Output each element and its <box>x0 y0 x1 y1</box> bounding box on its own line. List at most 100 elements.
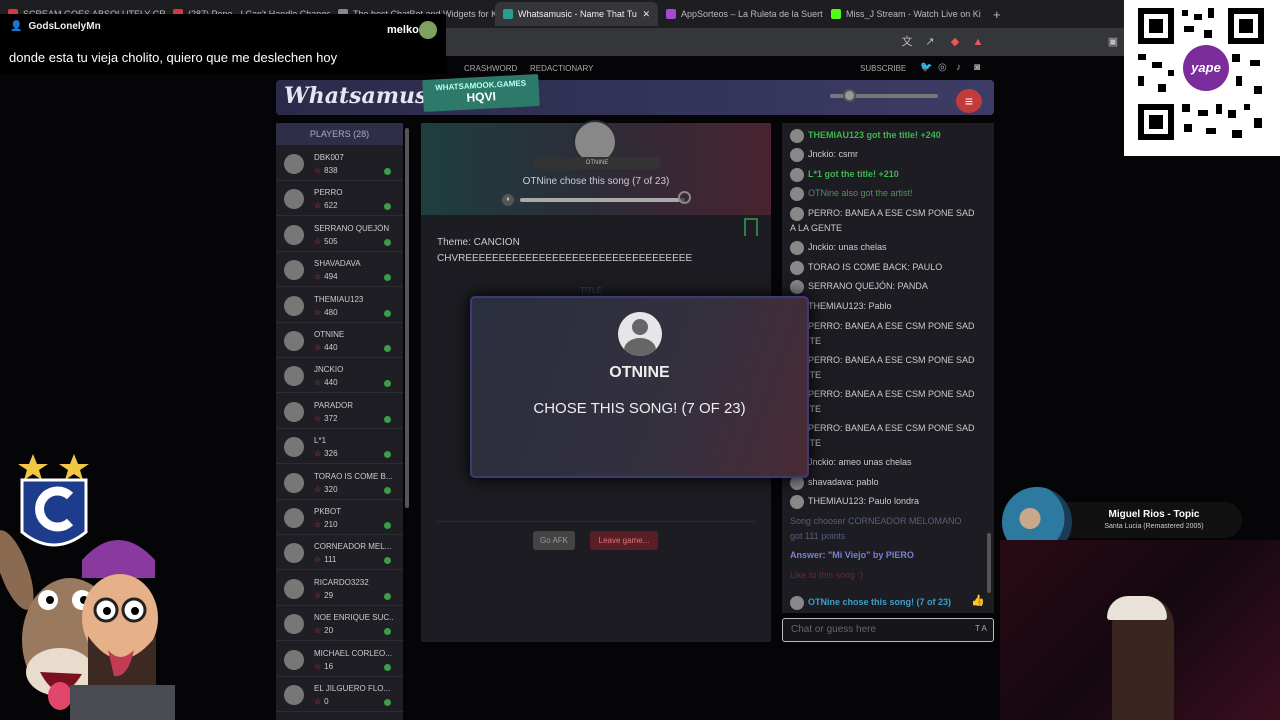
player-row[interactable]: RICARDO3232 ☆ 29 <box>276 572 403 606</box>
thumbs-up-icon[interactable]: 👍 <box>971 594 985 608</box>
share-icon[interactable]: ↗ <box>923 35 937 49</box>
player-name: NOE ENRIQUE SUC... <box>314 613 394 623</box>
player-avatar <box>284 295 304 316</box>
brave-rewards-icon[interactable]: ▲ <box>971 35 985 49</box>
instagram-icon[interactable]: ◎ <box>938 62 947 73</box>
chooser-tag: OTNINE <box>534 157 660 169</box>
clock-icon <box>678 191 691 204</box>
pause-icon[interactable]: ⏸ <box>502 194 514 206</box>
menu-button[interactable]: ≡ <box>956 89 982 113</box>
translate-icon[interactable]: 文 <box>900 35 914 49</box>
tab-3-active[interactable]: Whatsamusic - Name That Tune ✕ <box>495 2 658 26</box>
star-icon: ☆ <box>314 626 322 636</box>
nav-crashword[interactable]: CRASHWORD <box>464 64 517 73</box>
online-status-icon <box>384 663 391 671</box>
player-avatar <box>284 224 304 245</box>
chat-message-row: OTNine also got the artist! <box>790 186 975 201</box>
theme-line1: Theme: CANCION <box>437 237 520 248</box>
chat-avatar <box>790 279 804 294</box>
sidebar-icon[interactable]: ▣ <box>1106 35 1120 49</box>
chat-message-row: TORAO IS COME BACK: PAULO <box>790 260 975 275</box>
bookmark-icon[interactable] <box>744 218 758 236</box>
chat-message-text: OTNine chose this song! (7 of 23) <box>808 597 952 607</box>
player-row[interactable]: EL JILGUERO FLO... ☆ 0 <box>276 678 403 712</box>
player-name: PKBOT <box>314 507 342 516</box>
player-avatar <box>284 472 304 493</box>
chat-right-name: melko <box>387 24 419 36</box>
player-score: ☆ 210 <box>314 520 338 529</box>
player-row[interactable]: OTNINE ☆ 440 <box>276 324 403 358</box>
star-icon: ☆ <box>314 378 322 388</box>
tiktok-icon[interactable]: ♪ <box>956 62 961 73</box>
player-row[interactable]: THEMIAU123 ☆ 480 <box>276 289 403 323</box>
tab-5[interactable]: Miss_J Stream - Watch Live on Ki <box>823 2 985 26</box>
player-row[interactable]: PKBOT ☆ 210 <box>276 501 403 535</box>
player-score: ☆ 494 <box>314 272 338 281</box>
player-score: ☆ 622 <box>314 201 338 210</box>
chat-message-row: Song chooser CORNEADOR MELOMANO got 111 … <box>790 514 975 544</box>
chat-message-row: Answer: "Mi Viejo" by PIERO <box>790 548 975 563</box>
online-status-icon <box>384 628 391 636</box>
chat-message-row: Jnckio: csmr <box>790 147 975 162</box>
yape-logo: yape <box>1183 45 1229 91</box>
brave-shield-icon[interactable]: ◆ <box>948 35 962 49</box>
twitter-icon[interactable]: 🐦 <box>920 62 932 73</box>
tab-label: Whatsamusic - Name That Tune <box>518 9 638 19</box>
leave-game-button[interactable]: Leave game... <box>590 531 658 550</box>
player-avatar <box>284 366 304 387</box>
player-row[interactable]: SERRANO QUEJÓN ☆ 505 <box>276 218 403 252</box>
player-score-value: 372 <box>324 413 338 423</box>
chat-message-row: PERRO: BANEA A ESE CSM PONE SAD GENTE <box>790 387 975 417</box>
player-row[interactable]: SHAVADAVA ☆ 494 <box>276 253 403 288</box>
online-status-icon <box>384 238 391 246</box>
mascot-illustration <box>0 454 175 720</box>
kick-icon <box>831 9 841 19</box>
player-row[interactable]: L*1 ☆ 326 <box>276 430 403 465</box>
chat-message-text: Song chooser CORNEADOR MELOMANO got 111 … <box>790 516 962 541</box>
player-row[interactable]: CORNEADOR MEL... ☆ 111 <box>276 536 403 571</box>
text-size-icon[interactable]: T A <box>975 624 987 633</box>
player-row[interactable]: DBK007 ☆ 838 <box>276 147 403 181</box>
players-header: PLAYERS (28) <box>276 123 403 145</box>
chat-avatar <box>790 147 804 162</box>
chat-message-text: THEMIAU123: Paulo londra <box>808 496 920 506</box>
chat-message-row: Jnckio: ameo unas chelas <box>790 455 975 470</box>
new-tab-button[interactable]: + <box>985 2 1009 26</box>
chat-message-text: PERRO: BANEA A ESE CSM PONE SAD A LA GEN… <box>790 208 975 233</box>
player-score-value: 838 <box>324 166 338 175</box>
player-row[interactable]: PARADOR ☆ 372 <box>276 395 403 429</box>
player-score-value: 111 <box>324 555 337 565</box>
chat-message-text: L*1 got the title! +210 <box>808 169 899 179</box>
player-row[interactable]: JNCKIO ☆ 440 <box>276 359 403 394</box>
star-icon: ☆ <box>314 661 322 671</box>
player-row[interactable]: PERRO ☆ 622 <box>276 182 403 217</box>
player-row[interactable]: MICHAEL CORLEO... ☆ 16 <box>276 643 403 677</box>
player-name: PERRO <box>314 188 343 198</box>
player-row[interactable]: TORAO IS COME B... ☆ 320 <box>276 466 403 500</box>
song-progress-fill <box>520 198 681 202</box>
player-avatar <box>284 578 304 599</box>
nav-subscribe[interactable]: SUBSCRIBE <box>860 64 906 73</box>
nav-redactionary[interactable]: REDACTIONARY <box>530 64 593 73</box>
player-score: ☆ 505 <box>314 237 338 246</box>
player-name: TORAO IS COME B... <box>314 471 393 481</box>
player-score-value: 622 <box>324 201 338 211</box>
go-afk-button[interactable]: Go AFK <box>533 531 575 550</box>
star-icon: ☆ <box>314 520 322 529</box>
close-icon[interactable]: ✕ <box>642 9 650 20</box>
player-name: JNCKIO <box>314 365 344 375</box>
chat-message-text: THEMIAU123 got the title! +240 <box>808 130 941 140</box>
promo-banner[interactable]: WHATSAMOOK.GAMES HQVI <box>422 73 540 113</box>
discord-icon[interactable]: ◙ <box>974 62 980 73</box>
tab-4[interactable]: AppSorteos – La Ruleta de la Suerte <box>658 2 823 26</box>
modal-name: OTNINE <box>609 364 670 381</box>
chat-scrollbar[interactable] <box>987 533 991 593</box>
star-icon: ☆ <box>314 449 322 459</box>
player-row[interactable]: NOE ENRIQUE SUC... ☆ 20 <box>276 607 403 642</box>
chat-input[interactable]: Chat or guess here <box>782 618 994 642</box>
players-scrollbar[interactable] <box>405 128 409 508</box>
chat-message-text: Answer: "Mi Viejo" by PIERO <box>790 550 914 560</box>
theme-text: Theme: CANCION CHVREEEEEEEEEEEEEEEEEEEEE… <box>437 235 692 267</box>
player-score: ☆ 111 <box>314 555 336 564</box>
player-avatar <box>284 189 304 210</box>
